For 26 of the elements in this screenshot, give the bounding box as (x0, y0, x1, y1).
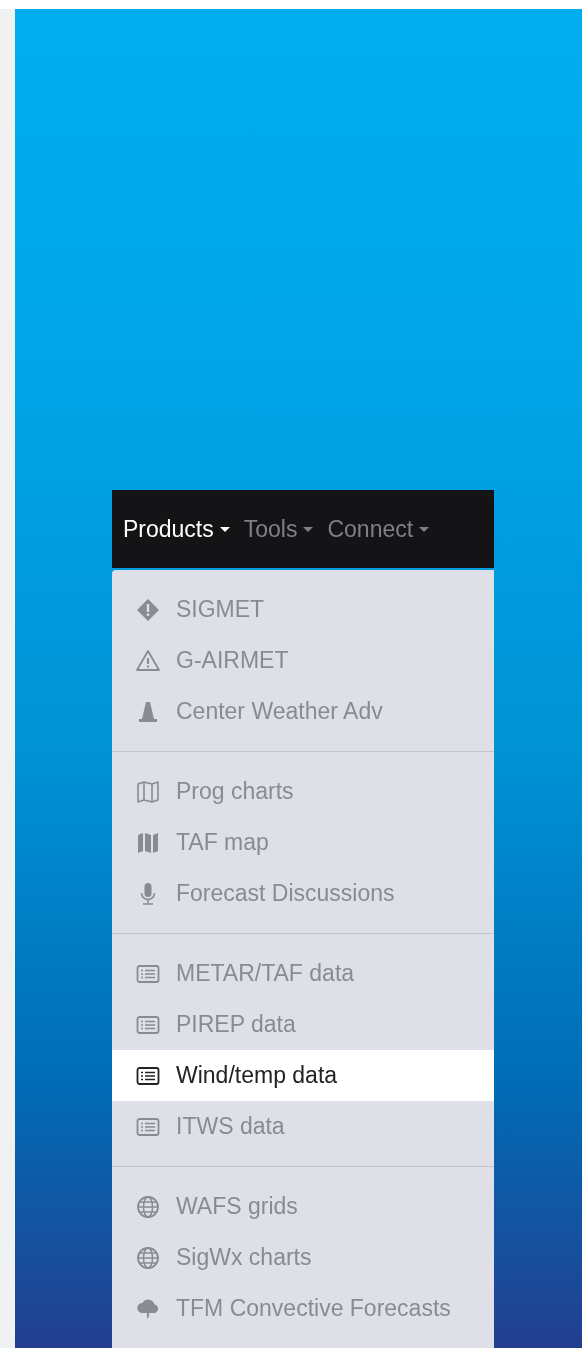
menu-item[interactable]: TFM Convective Forecasts (112, 1283, 494, 1334)
menu-item[interactable]: ITWS data (112, 1101, 494, 1152)
menu-item[interactable]: Prog charts (112, 766, 494, 817)
map-icon (136, 779, 160, 804)
nav-menu[interactable]: Tools (243, 515, 320, 543)
menu-item[interactable]: G-AIRMET (112, 635, 494, 686)
menu-item[interactable]: PIREP data (112, 999, 494, 1050)
menu-item[interactable]: SigWx charts (112, 1232, 494, 1283)
menu-item[interactable]: METAR/TAF data (112, 948, 494, 999)
menu-item[interactable]: Wind/temp data (112, 1050, 494, 1101)
caret-icon (303, 526, 314, 532)
globe-icon (136, 1194, 160, 1219)
caret-icon (219, 526, 230, 532)
menu-item[interactable]: WAFS grids (112, 1181, 494, 1232)
menu-item[interactable]: Forecast Discussions (112, 868, 494, 919)
menu-item[interactable]: SIGMET (112, 584, 494, 635)
menu-item[interactable]: TAF map (112, 817, 494, 868)
nav-menu[interactable]: Products (123, 515, 236, 543)
warning-icon (136, 648, 160, 673)
globe-icon (136, 1245, 160, 1270)
map-icon (136, 830, 160, 855)
caret-icon (419, 526, 430, 532)
nav-menu[interactable]: Connect (327, 515, 436, 543)
traffic-cone-icon (136, 699, 160, 724)
menu-item[interactable]: Center Weather Adv (112, 686, 494, 737)
alert-diamond-icon (136, 597, 160, 622)
